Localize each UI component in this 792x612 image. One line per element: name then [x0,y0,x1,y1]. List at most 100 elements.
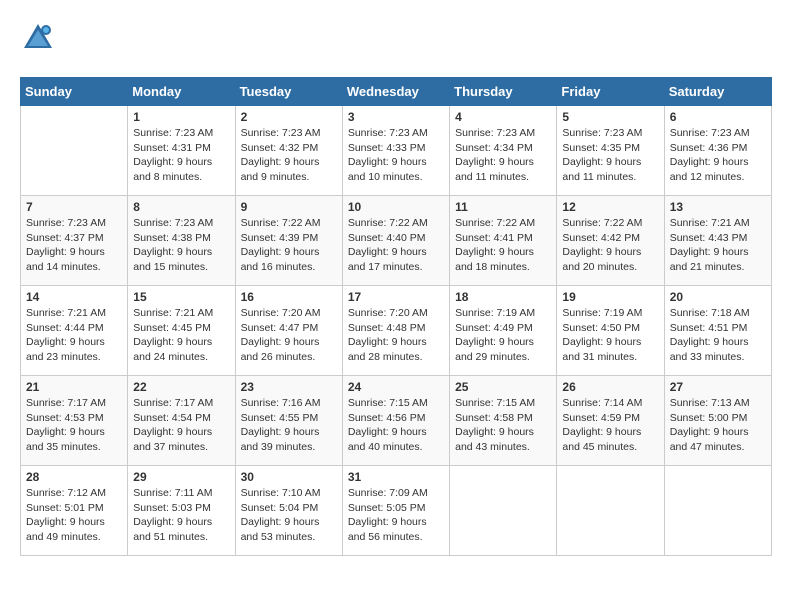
day-number: 22 [133,380,229,394]
day-number: 26 [562,380,658,394]
day-info: Sunrise: 7:23 AMSunset: 4:31 PMDaylight:… [133,126,229,185]
calendar-cell: 20 Sunrise: 7:18 AMSunset: 4:51 PMDayligh… [664,286,771,376]
calendar-cell: 30 Sunrise: 7:10 AMSunset: 5:04 PMDayligh… [235,466,342,556]
day-number: 5 [562,110,658,124]
calendar-cell [557,466,664,556]
calendar-cell: 21Sunrise: 7:17 AMSunset: 4:53 PMDayligh… [21,376,128,466]
col-header-tuesday: Tuesday [235,78,342,106]
day-info: Sunrise: 7:17 AMSunset: 4:54 PMDaylight:… [133,396,229,455]
page-header [20,20,772,61]
calendar-cell: 28Sunrise: 7:12 AMSunset: 5:01 PMDayligh… [21,466,128,556]
day-number: 6 [670,110,766,124]
col-header-saturday: Saturday [664,78,771,106]
day-info: Sunrise: 7:10 AMSunset: 5:04 PMDaylight:… [241,486,337,545]
day-info: Sunrise: 7:18 AMSunset: 4:51 PMDaylight:… [670,306,766,365]
day-number: 16 [241,290,337,304]
calendar-cell: 4 Sunrise: 7:23 AMSunset: 4:34 PMDaylight… [450,106,557,196]
day-number: 8 [133,200,229,214]
day-info: Sunrise: 7:19 AMSunset: 4:49 PMDaylight:… [455,306,551,365]
day-number: 31 [348,470,444,484]
day-number: 17 [348,290,444,304]
calendar-cell: 25 Sunrise: 7:15 AMSunset: 4:58 PMDayligh… [450,376,557,466]
calendar-cell: 11 Sunrise: 7:22 AMSunset: 4:41 PMDayligh… [450,196,557,286]
day-number: 10 [348,200,444,214]
day-number: 30 [241,470,337,484]
calendar-cell: 7 Sunrise: 7:23 AMSunset: 4:37 PMDaylight… [21,196,128,286]
calendar-cell: 1 Sunrise: 7:23 AMSunset: 4:31 PMDaylight… [128,106,235,196]
day-info: Sunrise: 7:16 AMSunset: 4:55 PMDaylight:… [241,396,337,455]
calendar-cell: 26 Sunrise: 7:14 AMSunset: 4:59 PMDayligh… [557,376,664,466]
calendar-cell: 27 Sunrise: 7:13 AMSunset: 5:00 PMDayligh… [664,376,771,466]
day-info: Sunrise: 7:11 AMSunset: 5:03 PMDaylight:… [133,486,229,545]
day-info: Sunrise: 7:19 AMSunset: 4:50 PMDaylight:… [562,306,658,365]
logo [20,20,60,61]
day-info: Sunrise: 7:22 AMSunset: 4:41 PMDaylight:… [455,216,551,275]
calendar-cell: 13 Sunrise: 7:21 AMSunset: 4:43 PMDayligh… [664,196,771,286]
day-number: 29 [133,470,229,484]
col-header-wednesday: Wednesday [342,78,449,106]
logo-graphic [20,20,56,61]
day-info: Sunrise: 7:21 AMSunset: 4:45 PMDaylight:… [133,306,229,365]
day-number: 28 [26,470,122,484]
calendar-week-row: 14Sunrise: 7:21 AMSunset: 4:44 PMDayligh… [21,286,772,376]
calendar-week-row: 28Sunrise: 7:12 AMSunset: 5:01 PMDayligh… [21,466,772,556]
day-info: Sunrise: 7:23 AMSunset: 4:33 PMDaylight:… [348,126,444,185]
calendar-cell: 9 Sunrise: 7:22 AMSunset: 4:39 PMDaylight… [235,196,342,286]
day-info: Sunrise: 7:22 AMSunset: 4:40 PMDaylight:… [348,216,444,275]
day-number: 11 [455,200,551,214]
day-info: Sunrise: 7:22 AMSunset: 4:42 PMDaylight:… [562,216,658,275]
calendar-cell: 22 Sunrise: 7:17 AMSunset: 4:54 PMDayligh… [128,376,235,466]
calendar-week-row: 21Sunrise: 7:17 AMSunset: 4:53 PMDayligh… [21,376,772,466]
day-info: Sunrise: 7:23 AMSunset: 4:37 PMDaylight:… [26,216,122,275]
calendar-cell: 3Sunrise: 7:23 AMSunset: 4:33 PMDaylight… [342,106,449,196]
day-number: 25 [455,380,551,394]
day-number: 14 [26,290,122,304]
calendar-cell [450,466,557,556]
calendar-week-row: 1 Sunrise: 7:23 AMSunset: 4:31 PMDaylight… [21,106,772,196]
day-number: 23 [241,380,337,394]
col-header-sunday: Sunday [21,78,128,106]
day-info: Sunrise: 7:23 AMSunset: 4:38 PMDaylight:… [133,216,229,275]
day-number: 12 [562,200,658,214]
day-info: Sunrise: 7:23 AMSunset: 4:34 PMDaylight:… [455,126,551,185]
calendar-cell: 31Sunrise: 7:09 AMSunset: 5:05 PMDayligh… [342,466,449,556]
calendar-cell: 19 Sunrise: 7:19 AMSunset: 4:50 PMDayligh… [557,286,664,376]
day-number: 9 [241,200,337,214]
calendar-cell: 29 Sunrise: 7:11 AMSunset: 5:03 PMDayligh… [128,466,235,556]
calendar-cell [664,466,771,556]
day-info: Sunrise: 7:15 AMSunset: 4:56 PMDaylight:… [348,396,444,455]
col-header-friday: Friday [557,78,664,106]
day-number: 4 [455,110,551,124]
calendar-cell: 10 Sunrise: 7:22 AMSunset: 4:40 PMDayligh… [342,196,449,286]
day-info: Sunrise: 7:22 AMSunset: 4:39 PMDaylight:… [241,216,337,275]
day-info: Sunrise: 7:15 AMSunset: 4:58 PMDaylight:… [455,396,551,455]
day-number: 27 [670,380,766,394]
day-number: 13 [670,200,766,214]
day-number: 18 [455,290,551,304]
day-info: Sunrise: 7:23 AMSunset: 4:35 PMDaylight:… [562,126,658,185]
day-info: Sunrise: 7:20 AMSunset: 4:48 PMDaylight:… [348,306,444,365]
calendar-cell: 15Sunrise: 7:21 AMSunset: 4:45 PMDayligh… [128,286,235,376]
day-number: 7 [26,200,122,214]
calendar-cell: 16 Sunrise: 7:20 AMSunset: 4:47 PMDayligh… [235,286,342,376]
calendar-cell: 17 Sunrise: 7:20 AMSunset: 4:48 PMDayligh… [342,286,449,376]
day-info: Sunrise: 7:13 AMSunset: 5:00 PMDaylight:… [670,396,766,455]
day-number: 1 [133,110,229,124]
calendar-cell: 14Sunrise: 7:21 AMSunset: 4:44 PMDayligh… [21,286,128,376]
day-info: Sunrise: 7:20 AMSunset: 4:47 PMDaylight:… [241,306,337,365]
day-info: Sunrise: 7:21 AMSunset: 4:43 PMDaylight:… [670,216,766,275]
day-info: Sunrise: 7:17 AMSunset: 4:53 PMDaylight:… [26,396,122,455]
calendar-cell: 12 Sunrise: 7:22 AMSunset: 4:42 PMDayligh… [557,196,664,286]
calendar-cell: 8 Sunrise: 7:23 AMSunset: 4:38 PMDaylight… [128,196,235,286]
calendar-week-row: 7 Sunrise: 7:23 AMSunset: 4:37 PMDaylight… [21,196,772,286]
day-number: 20 [670,290,766,304]
day-number: 19 [562,290,658,304]
col-header-thursday: Thursday [450,78,557,106]
col-header-monday: Monday [128,78,235,106]
calendar-cell: 18 Sunrise: 7:19 AMSunset: 4:49 PMDayligh… [450,286,557,376]
calendar-table: SundayMondayTuesdayWednesdayThursdayFrid… [20,77,772,556]
calendar-header-row: SundayMondayTuesdayWednesdayThursdayFrid… [21,78,772,106]
day-info: Sunrise: 7:14 AMSunset: 4:59 PMDaylight:… [562,396,658,455]
calendar-cell: 6Sunrise: 7:23 AMSunset: 4:36 PMDaylight… [664,106,771,196]
calendar-cell: 24Sunrise: 7:15 AMSunset: 4:56 PMDayligh… [342,376,449,466]
